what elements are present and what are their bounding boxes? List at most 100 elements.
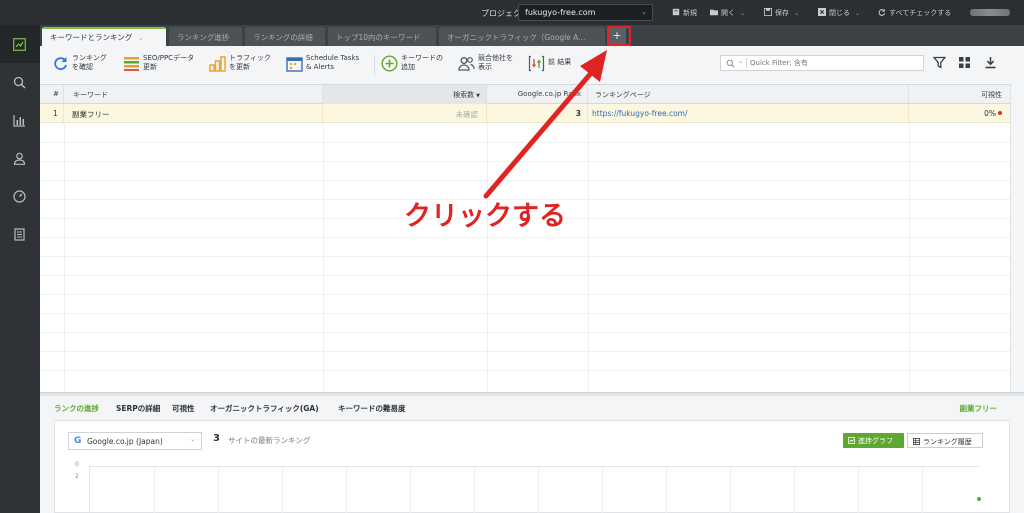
site-count: 3 [213, 433, 220, 444]
rank-progress-chart [89, 466, 981, 513]
search-engine-select[interactable]: G Google.co.jp (Japan) ⌄ [68, 432, 202, 450]
bar-chart-icon [13, 115, 25, 127]
grid-line [218, 467, 219, 513]
grid-line [40, 142, 1010, 143]
ranking-history-button[interactable]: ランキング履歴 [907, 433, 983, 448]
column-header-search-volume[interactable]: 検索数 ▼ [323, 85, 487, 104]
grid-line [40, 256, 1010, 257]
cell-search-volume: 未確認 [323, 104, 487, 123]
nav-documents[interactable] [0, 215, 40, 253]
grid-line [538, 467, 539, 513]
grid-line [282, 467, 283, 513]
filter-icon[interactable] [933, 56, 946, 69]
open-project-button[interactable]: 開く ⌄ [710, 8, 745, 18]
grid-line [588, 123, 589, 393]
tab-keywords-rankings[interactable]: キーワードとランキング ⌄ [42, 27, 166, 46]
tab-organic-traffic-ga[interactable]: オーガニックトラフィック(GA) [210, 403, 319, 414]
search-icon [13, 76, 26, 89]
quick-filter: ⌄ [720, 55, 924, 71]
save-project-button[interactable]: 保存 ⌄ [764, 8, 799, 18]
quick-filter-input[interactable] [750, 57, 920, 69]
prev-results-button[interactable]: 前 結果 [528, 53, 588, 77]
grid-line [474, 467, 475, 513]
y-tick-label: 0 [75, 461, 79, 468]
grid-line [909, 123, 910, 393]
calendar-icon [286, 57, 303, 72]
toolbar-divider [374, 55, 375, 75]
add-tab-highlight-box [607, 26, 631, 46]
list-icon [124, 57, 139, 71]
nav-rank-tracking[interactable] [0, 25, 40, 63]
tab-rank-progress[interactable]: ランクの進捗 [54, 403, 99, 414]
update-traffic-button[interactable]: トラフィック を更新 [209, 53, 279, 77]
tab-ranking-details[interactable]: ランキングの詳細 [245, 27, 325, 46]
chevron-down-icon[interactable]: ⌄ [738, 58, 743, 65]
column-header-visibility[interactable]: 可視性 [909, 85, 1010, 104]
table-row[interactable]: 1 副業フリー 未確認 3 https://fukugyo-free.com/ … [40, 104, 1010, 123]
check-rankings-button[interactable]: ランキング を確認 [52, 53, 116, 77]
grid-line [794, 467, 795, 513]
add-keyword-button[interactable]: キーワードの 追加 [381, 53, 451, 77]
nav-reports[interactable] [0, 101, 40, 139]
schedule-tasks-button[interactable]: Schedule Tasks & Alerts [286, 53, 368, 77]
nav-dashboard[interactable] [0, 177, 40, 215]
column-header-google-rank[interactable]: Google.co.jp Rank [487, 85, 588, 104]
cell-visibility: 0% [984, 109, 996, 118]
module-tabs: キーワードとランキング ⌄ ランキング進捗 ランキングの詳細 トップ10内のキーワ… [40, 25, 1024, 46]
grid-line [40, 180, 1010, 181]
column-header-keyword[interactable]: キーワード [64, 85, 323, 104]
selected-keyword-link[interactable]: 副業フリー [960, 403, 998, 414]
app-window: プロジェクト: fukugyo-free.com ⌄ 新規 開く ⌄ 保存 ⌄ 閉じ… [0, 0, 1024, 513]
compare-icon [528, 55, 545, 72]
update-seo-ppc-button[interactable]: SEO/PPCデータ 更新 [123, 53, 203, 77]
grid-line [730, 467, 731, 513]
site-count-label: サイトの最新ランキング [228, 436, 311, 445]
project-select-value: fukugyo-free.com [525, 8, 596, 17]
grid-line [410, 467, 411, 513]
tab-top10-keywords[interactable]: トップ10内のキーワード [328, 27, 436, 46]
bar-chart-icon [209, 56, 226, 72]
grid-line [40, 294, 1010, 295]
cell-ranking-page-link[interactable]: https://fukugyo-free.com/ [588, 104, 909, 123]
rank-progress-card: G Google.co.jp (Japan) ⌄ 3 サイトの最新ランキング 進… [54, 420, 1010, 513]
cell-keyword[interactable]: 副業フリー [64, 104, 323, 123]
tab-organic-traffic[interactable]: オーガニックトラフィック（Google A... [439, 27, 605, 46]
grid-header: # キーワード 検索数 ▼ Google.co.jp Rank ランキングページ … [40, 85, 1010, 104]
show-competitors-button[interactable]: 競合他社を 表示 [458, 53, 522, 77]
grid-line [323, 123, 324, 393]
grid-line [40, 161, 1010, 162]
details-panel: ランクの進捗 SERPの詳細 可視性 オーガニックトラフィック(GA) キーワー… [40, 396, 1024, 513]
grid-line [346, 467, 347, 513]
grid-scrollbar[interactable] [1010, 84, 1024, 392]
check-all-button[interactable]: すべてチェックする [878, 8, 951, 18]
nav-research[interactable] [0, 63, 40, 101]
grid-view-icon[interactable] [958, 56, 971, 69]
new-project-button[interactable]: 新規 [672, 8, 697, 18]
toolbar: ランキング を確認 SEO/PPCデータ 更新 トラフィック を更新 Sched… [40, 46, 1024, 84]
tab-keyword-difficulty[interactable]: キーワードの難易度 [338, 403, 406, 414]
folder-icon [710, 9, 718, 16]
column-header-ranking-page[interactable]: ランキングページ [588, 85, 909, 104]
chart-icon [848, 437, 855, 444]
project-select[interactable]: fukugyo-free.com ⌄ [518, 4, 653, 21]
y-tick-label: 2 [75, 473, 79, 480]
users-icon [458, 57, 475, 71]
chevron-down-icon: ⌄ [641, 8, 647, 16]
document-icon [14, 228, 25, 241]
tab-visibility[interactable]: 可視性 [172, 403, 195, 414]
progress-graph-button[interactable]: 進捗グラフ [843, 433, 904, 448]
nav-competitors[interactable] [0, 139, 40, 177]
grid-line [40, 351, 1010, 352]
tab-ranking-progress[interactable]: ランキング進捗 [169, 27, 242, 46]
chevron-down-icon: ⌄ [794, 10, 800, 17]
close-project-button[interactable]: 閉じる ⌄ [818, 8, 860, 18]
main-panel: ランキング を確認 SEO/PPCデータ 更新 トラフィック を更新 Sched… [40, 46, 1024, 513]
grid-line [40, 237, 1010, 238]
download-icon[interactable] [984, 56, 997, 69]
line-chart-icon [13, 38, 26, 51]
user-account-avatar[interactable] [970, 9, 1010, 16]
chevron-down-icon: ⌄ [855, 10, 861, 17]
column-header-number[interactable]: # [40, 85, 64, 104]
save-icon [764, 8, 772, 16]
tab-serp-details[interactable]: SERPの詳細 [116, 403, 160, 414]
